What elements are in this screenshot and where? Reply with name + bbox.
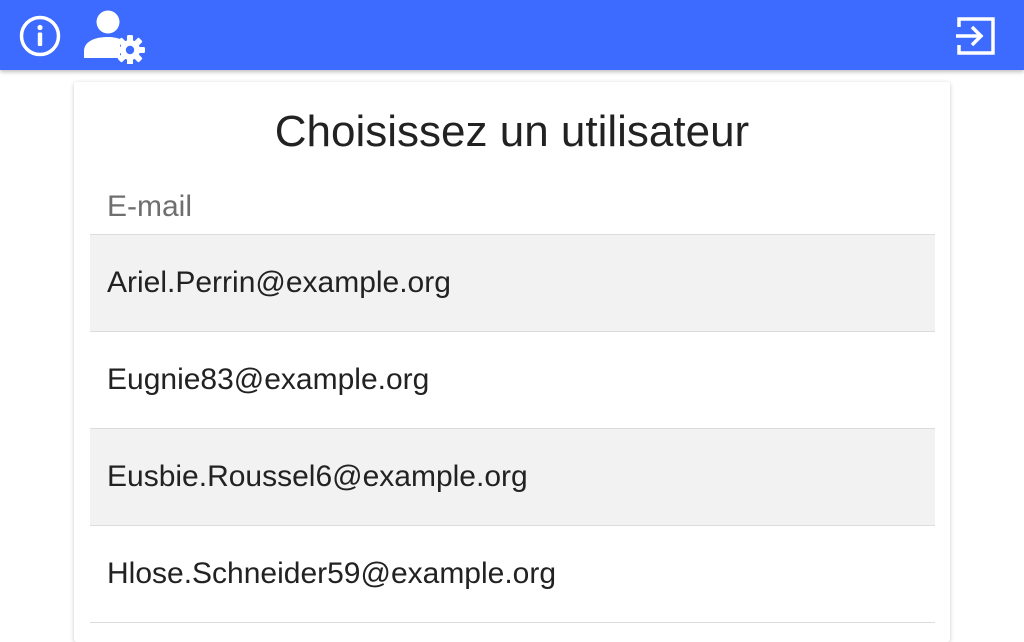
user-row[interactable]: Hlose.Schneider59@example.org <box>90 526 935 623</box>
logout-button[interactable] <box>950 10 1002 62</box>
user-row[interactable]: Eusbie.Roussel6@example.org <box>90 429 935 526</box>
user-settings-icon <box>84 10 145 64</box>
user-email: Hlose.Schneider59@example.org <box>107 557 557 590</box>
user-settings-button[interactable] <box>80 8 150 64</box>
user-email: Eugnie83@example.org <box>107 363 430 396</box>
info-icon <box>19 15 61 57</box>
user-list: Ariel.Perrin@example.org Eugnie83@exampl… <box>90 234 935 623</box>
user-row[interactable]: Eugnie83@example.org <box>90 332 935 429</box>
page-title: Choisissez un utilisateur <box>274 107 750 156</box>
top-app-bar <box>0 0 1024 70</box>
user-email: Eusbie.Roussel6@example.org <box>107 460 528 493</box>
email-column-header: E-mail <box>107 190 193 223</box>
user-row[interactable]: Ariel.Perrin@example.org <box>90 235 935 332</box>
user-email: Ariel.Perrin@example.org <box>107 266 451 299</box>
user-selection-card: Choisissez un utilisateur E-mail Ariel.P… <box>74 82 950 642</box>
logout-icon <box>956 17 995 55</box>
info-button[interactable] <box>16 12 64 60</box>
